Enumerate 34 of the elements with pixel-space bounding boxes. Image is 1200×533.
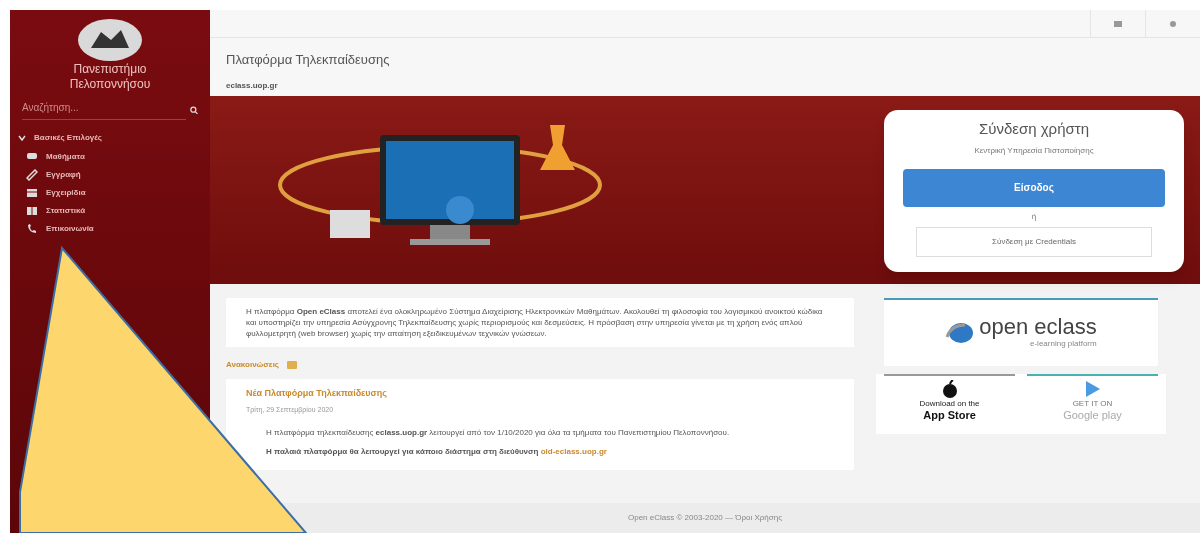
announcements-heading: Ανακοινώσεις	[226, 359, 279, 371]
search-field[interactable]: Αναζήτηση...	[22, 100, 186, 120]
intro-paragraph: Η πλατφόρμα Open eClass αποτελεί ένα ολοκληρωμένο Σύστημα Διαχείρισης Ηλεκτρονικών Μαθημάτων. Ακολουθεί τη φιλοσοφία του λογισμικού ανοικτού κώδικα και υποστηρίζει την υπηρεσία Ασύγχρονης Τηλεκπαίδευσης χωρίς περιορισμούς και δεσμεύσεις. Η πρόσβαση στην υπηρεσία γίνεται με τη χρήση ενός απλού φυλλομετρητή (web browser) χωρίς την απαίτηση εξειδικευμένων τεχνικών γνώσεων.	[226, 298, 854, 347]
sidebar-menu-item[interactable]: Στατιστικά	[10, 202, 210, 220]
phone-icon	[26, 223, 38, 235]
pencil-icon	[26, 169, 38, 181]
announcement-text: Η πλατφόρμα τηλεκπαίδευσης eclass.uop.gr λειτουργεί από τον 1/10/2020 για όλα τα τμήματα του Πανεπιστημίου Πελοποννήσου.	[265, 427, 731, 438]
store-badge-link[interactable]: GET IT ON Google play	[1027, 374, 1158, 434]
play-triangle-icon	[1084, 380, 1101, 398]
login-title: Σύνδεση χρήστη	[978, 119, 1090, 139]
logo-tagline: e-learning platform	[1030, 338, 1097, 350]
login-subtitle: Κεντρική Υπηρεσία Πιστοποίησης	[974, 144, 1094, 157]
separator-text: ή	[1031, 210, 1037, 223]
login-button[interactable]: Είσοδος	[903, 168, 1165, 207]
eclass-swirl-icon	[945, 321, 976, 345]
university-name: Πανεπιστήμιο Πελοποννήσου	[68, 62, 152, 92]
table-icon	[26, 205, 38, 217]
sidebar-menu-item[interactable]: Μαθήματα	[10, 148, 210, 166]
rss-icon	[287, 361, 297, 369]
credentials-login-button[interactable]: Σύνδεση με Credentials	[916, 226, 1152, 257]
search-icon	[189, 105, 198, 115]
university-emblem-icon	[77, 18, 143, 62]
store-badge-link[interactable]: Download on the App Store	[884, 374, 1015, 434]
apple-icon	[941, 380, 958, 398]
sidebar-menu-item[interactable]: Επικοινωνία	[10, 220, 210, 238]
page-title: Πλατφόρμα Τηλεκπαίδευσης	[226, 51, 391, 69]
book-icon	[26, 187, 38, 199]
chevron-icon	[18, 135, 26, 141]
sidebar-menu-item[interactable]: Εγχειρίδια	[10, 184, 210, 202]
sidebar-menu-item[interactable]: Εγγραφή	[10, 166, 210, 184]
menu-section-toggle[interactable]: Βασικές Επιλογές	[10, 128, 110, 148]
announcement-note: Η παλαιά πλατφόρμα θα λειτουργεί για κάποιο διάστημα στη διεύθυνση old-eclass.uop.gr	[265, 446, 608, 458]
breadcrumb-link[interactable]: eclass.uop.gr	[226, 80, 1184, 92]
logo-name: open eclass	[979, 316, 1097, 338]
